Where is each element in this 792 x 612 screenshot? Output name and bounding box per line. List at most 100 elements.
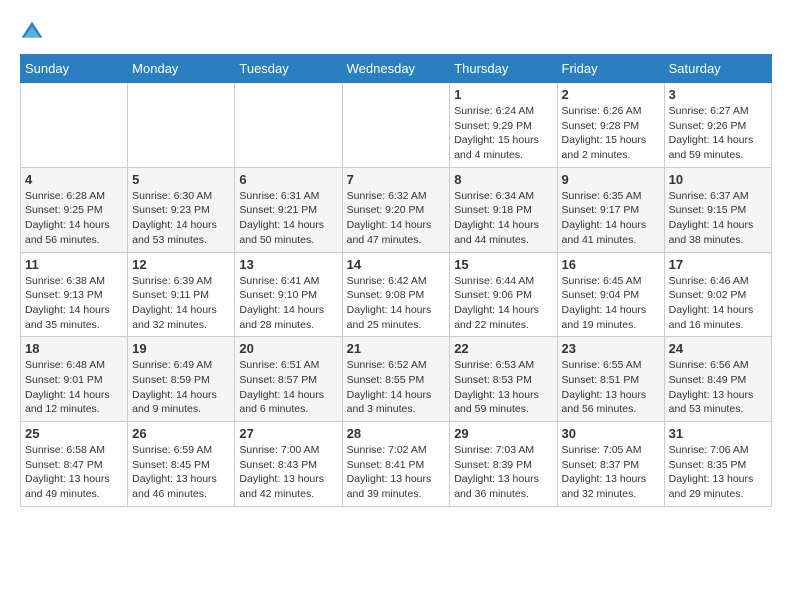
day-number: 9 [562,172,660,187]
day-number: 2 [562,87,660,102]
day-number: 10 [669,172,767,187]
day-number: 23 [562,341,660,356]
day-number: 29 [454,426,552,441]
day-number: 5 [132,172,230,187]
calendar-table: SundayMondayTuesdayWednesdayThursdayFrid… [20,54,772,507]
day-number: 25 [25,426,123,441]
day-info: Sunrise: 6:35 AM Sunset: 9:17 PM Dayligh… [562,189,660,248]
calendar-header-row: SundayMondayTuesdayWednesdayThursdayFrid… [21,55,772,83]
day-number: 1 [454,87,552,102]
calendar-week-row: 1 Sunrise: 6:24 AM Sunset: 9:29 PM Daylig… [21,83,772,168]
calendar-week-row: 4Sunrise: 6:28 AM Sunset: 9:25 PM Daylig… [21,167,772,252]
calendar-cell: 31Sunrise: 7:06 AM Sunset: 8:35 PM Dayli… [664,422,771,507]
day-of-week-header: Thursday [450,55,557,83]
calendar-cell [342,83,450,168]
day-of-week-header: Wednesday [342,55,450,83]
day-info: Sunrise: 6:49 AM Sunset: 8:59 PM Dayligh… [132,358,230,417]
day-info: Sunrise: 6:41 AM Sunset: 9:10 PM Dayligh… [239,274,337,333]
day-info: Sunrise: 6:31 AM Sunset: 9:21 PM Dayligh… [239,189,337,248]
calendar-cell: 17 Sunrise: 6:46 AM Sunset: 9:02 PM Dayli… [664,252,771,337]
calendar-cell: 28 Sunrise: 7:02 AM Sunset: 8:41 PM Dayli… [342,422,450,507]
calendar-cell: 12 Sunrise: 6:39 AM Sunset: 9:11 PM Dayli… [128,252,235,337]
day-of-week-header: Sunday [21,55,128,83]
day-info: Sunrise: 6:45 AM Sunset: 9:04 PM Dayligh… [562,274,660,333]
calendar-cell: 27 Sunrise: 7:00 AM Sunset: 8:43 PM Dayli… [235,422,342,507]
day-number: 6 [239,172,337,187]
day-info: Sunrise: 6:27 AM Sunset: 9:26 PM Dayligh… [669,104,767,163]
day-number: 21 [347,341,446,356]
day-info: Sunrise: 6:42 AM Sunset: 9:08 PM Dayligh… [347,274,446,333]
day-number: 19 [132,341,230,356]
day-info: Sunrise: 6:37 AM Sunset: 9:15 PM Dayligh… [669,189,767,248]
day-of-week-header: Friday [557,55,664,83]
day-number: 30 [562,426,660,441]
day-of-week-header: Monday [128,55,235,83]
calendar-cell: 2Sunrise: 6:26 AM Sunset: 9:28 PM Daylig… [557,83,664,168]
day-info: Sunrise: 6:44 AM Sunset: 9:06 PM Dayligh… [454,274,552,333]
calendar-cell: 14 Sunrise: 6:42 AM Sunset: 9:08 PM Dayli… [342,252,450,337]
calendar-cell: 30 Sunrise: 7:05 AM Sunset: 8:37 PM Dayli… [557,422,664,507]
day-info: Sunrise: 6:24 AM Sunset: 9:29 PM Dayligh… [454,104,552,163]
calendar-cell: 20 Sunrise: 6:51 AM Sunset: 8:57 PM Dayli… [235,337,342,422]
day-info: Sunrise: 6:32 AM Sunset: 9:20 PM Dayligh… [347,189,446,248]
calendar-cell: 1 Sunrise: 6:24 AM Sunset: 9:29 PM Daylig… [450,83,557,168]
day-info: Sunrise: 7:02 AM Sunset: 8:41 PM Dayligh… [347,443,446,502]
day-number: 12 [132,257,230,272]
day-of-week-header: Saturday [664,55,771,83]
calendar-cell: 8Sunrise: 6:34 AM Sunset: 9:18 PM Daylig… [450,167,557,252]
day-of-week-header: Tuesday [235,55,342,83]
calendar-cell: 4Sunrise: 6:28 AM Sunset: 9:25 PM Daylig… [21,167,128,252]
day-number: 26 [132,426,230,441]
calendar-cell: 16 Sunrise: 6:45 AM Sunset: 9:04 PM Dayli… [557,252,664,337]
day-number: 16 [562,257,660,272]
calendar-cell: 5 Sunrise: 6:30 AM Sunset: 9:23 PM Daylig… [128,167,235,252]
day-info: Sunrise: 6:38 AM Sunset: 9:13 PM Dayligh… [25,274,123,333]
day-info: Sunrise: 7:05 AM Sunset: 8:37 PM Dayligh… [562,443,660,502]
day-info: Sunrise: 6:53 AM Sunset: 8:53 PM Dayligh… [454,358,552,417]
day-info: Sunrise: 7:06 AM Sunset: 8:35 PM Dayligh… [669,443,767,502]
day-info: Sunrise: 6:39 AM Sunset: 9:11 PM Dayligh… [132,274,230,333]
calendar-cell: 11 Sunrise: 6:38 AM Sunset: 9:13 PM Dayli… [21,252,128,337]
page-header [20,20,772,44]
day-number: 27 [239,426,337,441]
logo-icon [20,20,44,44]
day-info: Sunrise: 6:48 AM Sunset: 9:01 PM Dayligh… [25,358,123,417]
day-info: Sunrise: 7:00 AM Sunset: 8:43 PM Dayligh… [239,443,337,502]
day-info: Sunrise: 6:52 AM Sunset: 8:55 PM Dayligh… [347,358,446,417]
day-number: 22 [454,341,552,356]
day-info: Sunrise: 6:46 AM Sunset: 9:02 PM Dayligh… [669,274,767,333]
day-number: 17 [669,257,767,272]
day-info: Sunrise: 6:28 AM Sunset: 9:25 PM Dayligh… [25,189,123,248]
day-info: Sunrise: 6:51 AM Sunset: 8:57 PM Dayligh… [239,358,337,417]
day-number: 15 [454,257,552,272]
calendar-cell [21,83,128,168]
day-number: 18 [25,341,123,356]
calendar-cell: 22 Sunrise: 6:53 AM Sunset: 8:53 PM Dayli… [450,337,557,422]
calendar-cell: 15 Sunrise: 6:44 AM Sunset: 9:06 PM Dayli… [450,252,557,337]
calendar-cell: 19 Sunrise: 6:49 AM Sunset: 8:59 PM Dayli… [128,337,235,422]
calendar-cell: 18 Sunrise: 6:48 AM Sunset: 9:01 PM Dayli… [21,337,128,422]
calendar-cell: 29Sunrise: 7:03 AM Sunset: 8:39 PM Dayli… [450,422,557,507]
day-number: 20 [239,341,337,356]
day-number: 11 [25,257,123,272]
day-number: 14 [347,257,446,272]
day-number: 28 [347,426,446,441]
day-info: Sunrise: 6:56 AM Sunset: 8:49 PM Dayligh… [669,358,767,417]
day-info: Sunrise: 6:34 AM Sunset: 9:18 PM Dayligh… [454,189,552,248]
day-info: Sunrise: 6:59 AM Sunset: 8:45 PM Dayligh… [132,443,230,502]
calendar-cell: 24 Sunrise: 6:56 AM Sunset: 8:49 PM Dayli… [664,337,771,422]
calendar-cell: 10 Sunrise: 6:37 AM Sunset: 9:15 PM Dayli… [664,167,771,252]
calendar-cell: 3 Sunrise: 6:27 AM Sunset: 9:26 PM Daylig… [664,83,771,168]
calendar-cell: 21 Sunrise: 6:52 AM Sunset: 8:55 PM Dayli… [342,337,450,422]
day-number: 24 [669,341,767,356]
day-info: Sunrise: 6:30 AM Sunset: 9:23 PM Dayligh… [132,189,230,248]
calendar-week-row: 18 Sunrise: 6:48 AM Sunset: 9:01 PM Dayli… [21,337,772,422]
calendar-cell: 9 Sunrise: 6:35 AM Sunset: 9:17 PM Daylig… [557,167,664,252]
calendar-cell: 6 Sunrise: 6:31 AM Sunset: 9:21 PM Daylig… [235,167,342,252]
calendar-cell: 25Sunrise: 6:58 AM Sunset: 8:47 PM Dayli… [21,422,128,507]
day-number: 3 [669,87,767,102]
calendar-week-row: 11 Sunrise: 6:38 AM Sunset: 9:13 PM Dayli… [21,252,772,337]
logo [20,20,48,44]
calendar-cell: 26 Sunrise: 6:59 AM Sunset: 8:45 PM Dayli… [128,422,235,507]
calendar-cell [128,83,235,168]
